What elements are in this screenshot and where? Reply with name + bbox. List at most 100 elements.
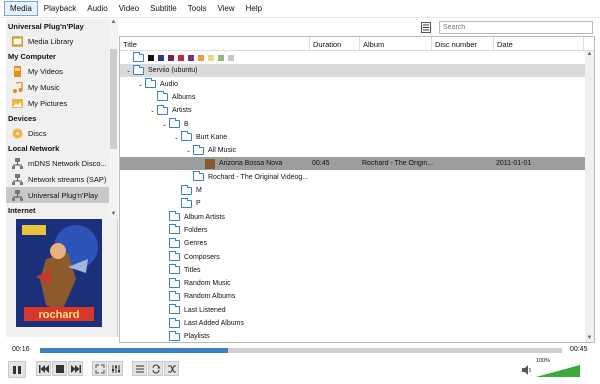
expand-toggle-icon[interactable]: ⌄: [148, 107, 157, 114]
row-title: Rochard - The Original Videog...: [208, 173, 309, 181]
expand-toggle-icon[interactable]: ⌄: [172, 134, 181, 141]
column-header[interactable]: Duration: [310, 37, 360, 50]
menu-audio[interactable]: Audio: [82, 2, 112, 15]
folder-icon: [169, 211, 180, 222]
tree-row[interactable]: Playlists: [120, 330, 585, 342]
sidebar-item-label: Media Library: [28, 36, 74, 46]
seek-bar[interactable]: [40, 348, 562, 353]
shuffle-button[interactable]: [164, 361, 179, 376]
tree-row[interactable]: ⌄ B: [120, 118, 585, 131]
sidebar-scrollbar[interactable]: ▲ ▼: [109, 19, 118, 219]
album-thumbnail-icon: [205, 158, 215, 169]
table-rows: ⌄ Serviio (ubuntu) ⌄ Audio Albums ⌄ Artists ⌄ B ⌄…: [120, 51, 585, 342]
elapsed-time: 00:16: [12, 346, 30, 353]
sidebar-item[interactable]: Network streams (SAP): [6, 171, 110, 187]
row-title: P: [196, 200, 201, 208]
color-swatch: [158, 54, 164, 61]
expand-toggle-icon[interactable]: ⌄: [184, 147, 193, 154]
row-title: Serviio (ubuntu): [148, 67, 198, 75]
pause-button[interactable]: [8, 361, 26, 378]
expand-toggle-icon[interactable]: ⌄: [160, 121, 169, 128]
folder-icon: [169, 264, 180, 275]
tree-row[interactable]: Album Artists: [120, 211, 585, 224]
svg-text:rochard: rochard: [39, 309, 80, 321]
sidebar-item[interactable]: Media Library: [6, 33, 110, 49]
menu-view[interactable]: View: [212, 2, 239, 15]
menu-subtitle[interactable]: Subtitle: [145, 2, 182, 15]
column-header[interactable]: Date: [494, 37, 584, 50]
music-note-icon: [12, 80, 23, 93]
tree-row[interactable]: ⌄ Audio: [120, 78, 585, 91]
sidebar-item[interactable]: mDNS Network Disco...: [6, 155, 110, 171]
table-scrollbar[interactable]: ▲ ▼: [585, 51, 594, 342]
tree-row[interactable]: [120, 51, 585, 64]
media-library-icon: [11, 36, 24, 47]
tree-row[interactable]: ⌄ Burt Kane: [120, 131, 585, 144]
folder-icon: [169, 330, 180, 341]
stop-button[interactable]: [52, 361, 67, 376]
menu-bar: Media Playback Audio Video Subtitle Tools View…: [0, 0, 600, 18]
tree-row[interactable]: Last Added Albums: [120, 317, 585, 330]
playlist-button[interactable]: [132, 361, 147, 376]
volume-slider[interactable]: 100%: [536, 358, 580, 377]
search-input[interactable]: [439, 21, 593, 34]
sidebar-item[interactable]: My Videos: [6, 63, 110, 79]
tree-row[interactable]: ⌄ Artists: [120, 104, 585, 117]
list-view-icon[interactable]: [421, 22, 431, 33]
row-title: Playlists: [184, 333, 210, 341]
network-icon: [12, 189, 23, 201]
main-panel: TitleDurationAlbumDisc numberDate ⌄Servi…: [119, 19, 595, 343]
row-title: Albums: [172, 93, 196, 101]
previous-button[interactable]: [36, 361, 51, 376]
row-title: Last Added Albums: [184, 320, 244, 327]
sidebar-section-title: Universal Plug'n'Play: [8, 22, 84, 31]
tree-row[interactable]: P: [120, 197, 585, 210]
folder-icon: [145, 78, 156, 89]
tree-row[interactable]: ⌄ All Music: [120, 144, 585, 157]
folder-icon: [157, 104, 168, 115]
tree-row[interactable]: Composers: [120, 251, 585, 264]
next-button[interactable]: [68, 361, 83, 376]
seek-progress: [40, 348, 228, 353]
menu-playback[interactable]: Playback: [39, 2, 81, 15]
scroll-down-icon[interactable]: ▼: [109, 211, 118, 219]
column-header[interactable]: Disc number: [432, 37, 494, 50]
folder-icon: [193, 171, 204, 182]
expand-toggle-icon[interactable]: ⌄: [124, 67, 133, 74]
sidebar-item[interactable]: My Pictures: [6, 95, 110, 111]
fullscreen-button[interactable]: [92, 361, 107, 376]
scroll-up-icon[interactable]: ▲: [585, 51, 594, 57]
scroll-up-icon[interactable]: ▲: [109, 19, 118, 27]
track-row[interactable]: Arizona Bossa Nova 00:45 Rochard - The Ori…: [120, 157, 585, 171]
menu-video[interactable]: Video: [114, 2, 144, 15]
speaker-icon[interactable]: [522, 365, 532, 377]
expand-toggle-icon[interactable]: ⌄: [136, 81, 145, 88]
folder-icon: [169, 290, 180, 301]
scroll-down-icon[interactable]: ▼: [585, 335, 594, 341]
menu-tools[interactable]: Tools: [183, 2, 212, 15]
column-header[interactable]: Album: [360, 37, 432, 50]
tree-row[interactable]: Titles: [120, 264, 585, 277]
menu-help[interactable]: Help: [241, 2, 267, 15]
tree-row[interactable]: ⌄ Serviio (ubuntu): [120, 64, 585, 78]
tree-row[interactable]: Genres: [120, 237, 585, 250]
tree-row[interactable]: Rochard - The Original Videog...: [120, 171, 585, 184]
menu-media[interactable]: Media: [4, 1, 38, 16]
equalizer-button[interactable]: [108, 361, 123, 376]
sidebar-item[interactable]: My Music: [6, 79, 110, 95]
tree-row[interactable]: Folders: [120, 224, 585, 237]
column-header[interactable]: Title: [120, 37, 310, 50]
sidebar-item[interactable]: Discs: [6, 125, 110, 141]
tree-row[interactable]: M: [120, 184, 585, 197]
scroll-thumb[interactable]: [110, 49, 117, 149]
sidebar-list: Universal Plug'n'Play Media Library My Com…: [6, 19, 110, 219]
tree-row[interactable]: Last Listened: [120, 304, 585, 317]
loop-button[interactable]: [148, 361, 163, 376]
film-icon: [12, 65, 23, 77]
tree-row[interactable]: Albums: [120, 91, 585, 104]
sidebar-item-label: My Videos: [28, 66, 63, 76]
tree-row[interactable]: Random Music: [120, 277, 585, 290]
tree-row[interactable]: Random Albums: [120, 290, 585, 303]
sidebar-item[interactable]: Universal Plug'n'Play: [6, 187, 110, 203]
sidebar-item-label: Universal Plug'n'Play: [28, 190, 98, 200]
